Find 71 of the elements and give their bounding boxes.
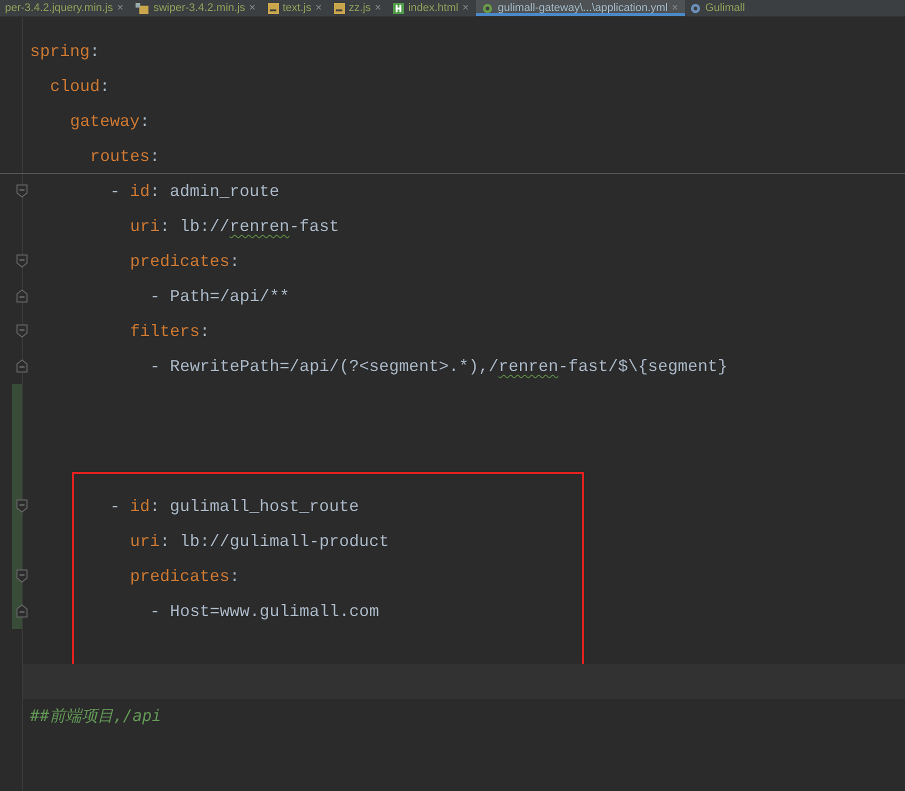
file-tab[interactable]: Gulimall [685, 0, 752, 16]
yaml-punctuation: : [230, 252, 240, 271]
yaml-key: uri [130, 217, 160, 236]
fold-end-icon[interactable] [16, 289, 28, 303]
yaml-punctuation: : [230, 567, 240, 586]
file-tab[interactable]: text.js × [262, 0, 329, 16]
fold-end-icon[interactable] [16, 359, 28, 373]
fold-icon[interactable] [16, 254, 28, 268]
yaml-punctuation: : [150, 146, 160, 166]
yaml-value: gulimall_host_route [170, 497, 359, 516]
yaml-value: admin_route [170, 182, 280, 201]
close-icon[interactable]: × [462, 2, 469, 14]
yaml-value: -fast [289, 217, 340, 236]
yaml-value: RewritePath=/api/(?<segment>.*),/ [170, 357, 499, 376]
yaml-value: renren [230, 217, 290, 236]
close-icon[interactable]: × [672, 2, 678, 14]
yaml-punctuation: : [150, 497, 161, 516]
js-file-icon [135, 2, 150, 14]
tab-label: swiper-3.4.2.min.js [153, 2, 246, 14]
yaml-punctuation: : [90, 42, 100, 61]
tab-label: index.html [408, 2, 458, 14]
fold-icon[interactable] [16, 184, 28, 198]
yaml-key: predicates [130, 567, 230, 586]
yaml-key: id [130, 497, 150, 516]
yaml-punctuation: - [110, 182, 121, 201]
yaml-key: gateway [70, 112, 140, 131]
yaml-value: lb:// [180, 217, 230, 236]
fold-end-icon[interactable] [16, 604, 28, 618]
yaml-punctuation: : [140, 112, 150, 131]
file-tab[interactable]: swiper-3.4.2.min.js × [130, 0, 263, 16]
close-icon[interactable]: × [315, 2, 322, 14]
yaml-punctuation: - [150, 602, 161, 621]
tab-label: zz.js [348, 2, 371, 14]
tab-label: text.js [282, 2, 312, 14]
close-icon[interactable]: × [249, 2, 256, 14]
yaml-punctuation: : [100, 77, 110, 96]
tab-label: gulimall-gateway\...\application.yml [498, 2, 668, 14]
yaml-value: renren [498, 357, 558, 376]
yaml-key: routes [90, 146, 150, 166]
yaml-punctuation: : [160, 532, 171, 551]
js-file-icon [334, 2, 345, 14]
file-tab[interactable]: zz.js × [328, 0, 388, 16]
yaml-value: Host=www.gulimall.com [170, 602, 380, 621]
yaml-key: uri [130, 532, 160, 551]
yaml-punctuation: : [160, 217, 171, 236]
yaml-key: predicates [130, 252, 230, 271]
file-tab[interactable]: per-3.4.2.jquery.min.js × [0, 0, 130, 16]
js-file-icon [268, 2, 279, 14]
yaml-punctuation: : [200, 322, 210, 341]
yaml-punctuation: - [150, 287, 161, 306]
fold-icon[interactable] [16, 499, 28, 513]
yaml-key: id [130, 182, 150, 201]
close-icon[interactable]: × [374, 2, 382, 14]
file-tab[interactable]: index.html × [388, 0, 476, 16]
close-icon[interactable]: × [117, 2, 124, 14]
fold-icon[interactable] [16, 324, 28, 338]
yaml-value: lb://gulimall-product [180, 532, 389, 551]
tab-label: per-3.4.2.jquery.min.js [5, 2, 114, 14]
yaml-value: Path=/api/** [170, 287, 290, 306]
fold-icon[interactable] [16, 569, 28, 583]
html-file-icon [393, 2, 404, 14]
tab-label: Gulimall [705, 2, 745, 14]
code-comment: ##前端项目,/api [30, 706, 162, 725]
yaml-key: spring [30, 42, 90, 61]
yaml-punctuation: - [110, 497, 121, 516]
yaml-key: filters [130, 322, 200, 341]
yaml-punctuation: : [150, 182, 161, 201]
file-tab[interactable]: gulimall-gateway\...\application.yml × [476, 0, 686, 16]
yaml-punctuation: - [150, 357, 161, 376]
yaml-value: -fast/$\{segment} [558, 357, 728, 376]
yaml-key: cloud [50, 77, 100, 96]
